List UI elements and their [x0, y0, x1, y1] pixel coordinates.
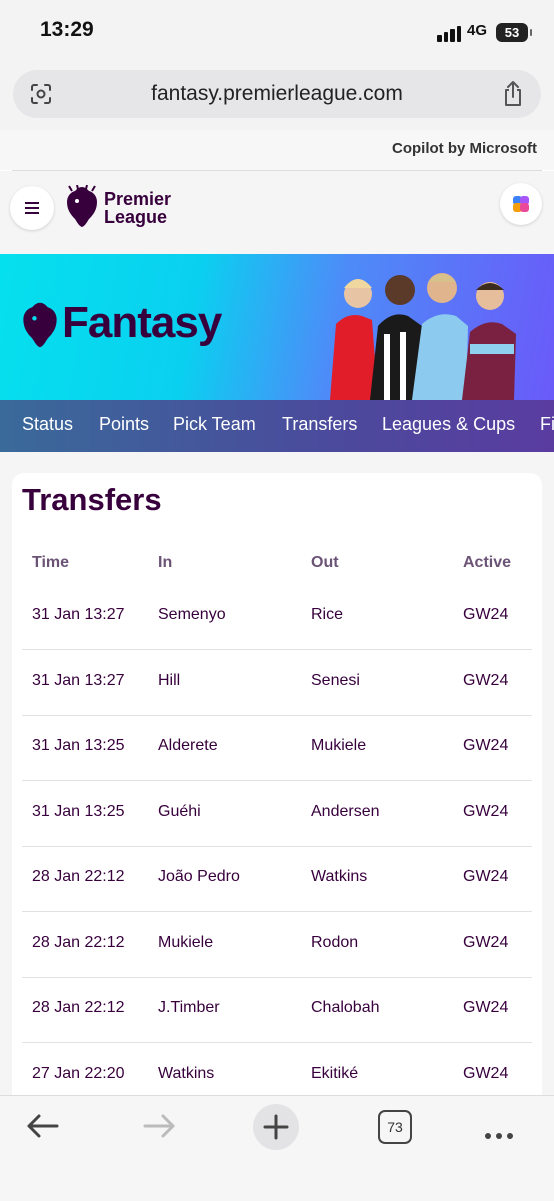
cell-time: 27 Jan 22:20 — [32, 1064, 125, 1082]
column-header-out: Out — [311, 554, 339, 571]
tab-leagues-cups[interactable]: Leagues & Cups — [382, 414, 515, 435]
cell-time: 28 Jan 22:12 — [32, 868, 125, 885]
premier-league-lion-icon[interactable] — [64, 185, 100, 229]
cell-active: GW24 — [463, 868, 509, 885]
site-header: Premier League — [0, 171, 554, 254]
cell-out: Mukiele — [311, 737, 367, 754]
cell-in: Mukiele — [158, 933, 214, 951]
copilot-icon — [513, 196, 529, 212]
column-header-time: Time — [32, 554, 70, 571]
table-row: 28 Jan 22:12 Mukiele Rodon GW24 — [22, 913, 532, 978]
share-icon[interactable] — [501, 80, 525, 108]
address-bar[interactable]: fantasy.premierleague.com — [13, 70, 541, 118]
cell-active: GW24 — [463, 671, 509, 689]
cell-out: Ekitiké — [311, 1064, 359, 1082]
cell-active: GW24 — [463, 1064, 509, 1082]
browser-toolbar: 73 — [0, 1095, 554, 1201]
column-header-in: In — [158, 554, 173, 571]
tab-points[interactable]: Points — [99, 414, 149, 435]
forward-arrow-icon[interactable] — [142, 1112, 178, 1140]
plus-icon — [263, 1114, 289, 1140]
cell-in: João Pedro — [158, 868, 240, 885]
table-row: 28 Jan 22:12 João Pedro Watkins GW24 — [22, 847, 532, 912]
cell-time: 31 Jan 13:25 — [32, 802, 125, 820]
signal-icon — [437, 24, 463, 42]
url-text[interactable]: fantasy.premierleague.com — [13, 82, 541, 106]
tab-status[interactable]: Status — [22, 414, 73, 435]
cell-in: Hill — [158, 671, 181, 689]
cell-in: Watkins — [158, 1064, 215, 1082]
cell-out: Rice — [311, 606, 344, 623]
cell-time: 28 Jan 22:12 — [32, 933, 125, 951]
table-row: 31 Jan 13:25 Guéhi Andersen GW24 — [22, 782, 532, 847]
cell-out: Watkins — [311, 868, 368, 885]
premier-league-wordmark[interactable]: Premier League — [104, 190, 171, 226]
cell-active: GW24 — [463, 606, 509, 623]
fantasy-wordmark: Fantasy — [62, 298, 222, 347]
cell-out: Andersen — [311, 802, 380, 820]
players-image — [330, 273, 516, 400]
back-arrow-icon[interactable] — [24, 1112, 60, 1140]
cell-time: 31 Jan 13:25 — [32, 737, 125, 754]
cell-out: Rodon — [311, 933, 359, 951]
tab-fixtures[interactable]: Fi — [540, 414, 554, 435]
fantasy-nav: Status Points Pick Team Transfers League… — [0, 400, 554, 452]
cell-active: GW24 — [463, 737, 509, 754]
cell-time: 28 Jan 22:12 — [32, 999, 125, 1016]
copilot-button[interactable] — [500, 183, 542, 225]
battery-icon: 53 — [496, 23, 532, 42]
status-time: 13:29 — [40, 18, 94, 41]
more-icon[interactable] — [485, 1124, 518, 1143]
cell-active: GW24 — [463, 802, 509, 820]
menu-button[interactable] — [10, 186, 54, 230]
copilot-label[interactable]: Copilot by Microsoft — [392, 140, 537, 157]
tab-pick-team[interactable]: Pick Team — [173, 414, 256, 435]
cell-in: J.Timber — [158, 999, 220, 1016]
cell-active: GW24 — [463, 933, 509, 951]
cell-in: Guéhi — [158, 802, 201, 820]
cell-time: 31 Jan 13:27 — [32, 606, 125, 623]
page-title: Transfers — [22, 482, 162, 517]
table-row: 31 Jan 13:27 Hill Senesi GW24 — [22, 651, 532, 716]
cell-in: Alderete — [158, 737, 218, 754]
table-row: 31 Jan 13:27 Semenyo Rice GW24 — [22, 585, 532, 650]
cell-out: Chalobah — [311, 999, 380, 1016]
table-row: 31 Jan 13:25 Alderete Mukiele GW24 — [22, 716, 532, 781]
tab-transfers[interactable]: Transfers — [282, 414, 357, 435]
column-header-active: Active — [463, 554, 512, 571]
fantasy-banner: Fantasy — [0, 254, 554, 400]
cell-in: Semenyo — [158, 606, 226, 623]
table-row: 28 Jan 22:12 J.Timber Chalobah GW24 — [22, 978, 532, 1043]
status-bar: 13:29 4G 53 — [0, 0, 554, 64]
network-label: 4G — [467, 22, 488, 39]
cell-out: Senesi — [311, 671, 360, 689]
fantasy-lion-icon — [23, 302, 57, 348]
new-tab-button[interactable] — [253, 1104, 299, 1150]
tabs-button[interactable]: 73 — [378, 1110, 412, 1144]
copilot-strip: Copilot by Microsoft — [0, 130, 554, 170]
cell-active: GW24 — [463, 999, 509, 1016]
cell-time: 31 Jan 13:27 — [32, 671, 125, 689]
